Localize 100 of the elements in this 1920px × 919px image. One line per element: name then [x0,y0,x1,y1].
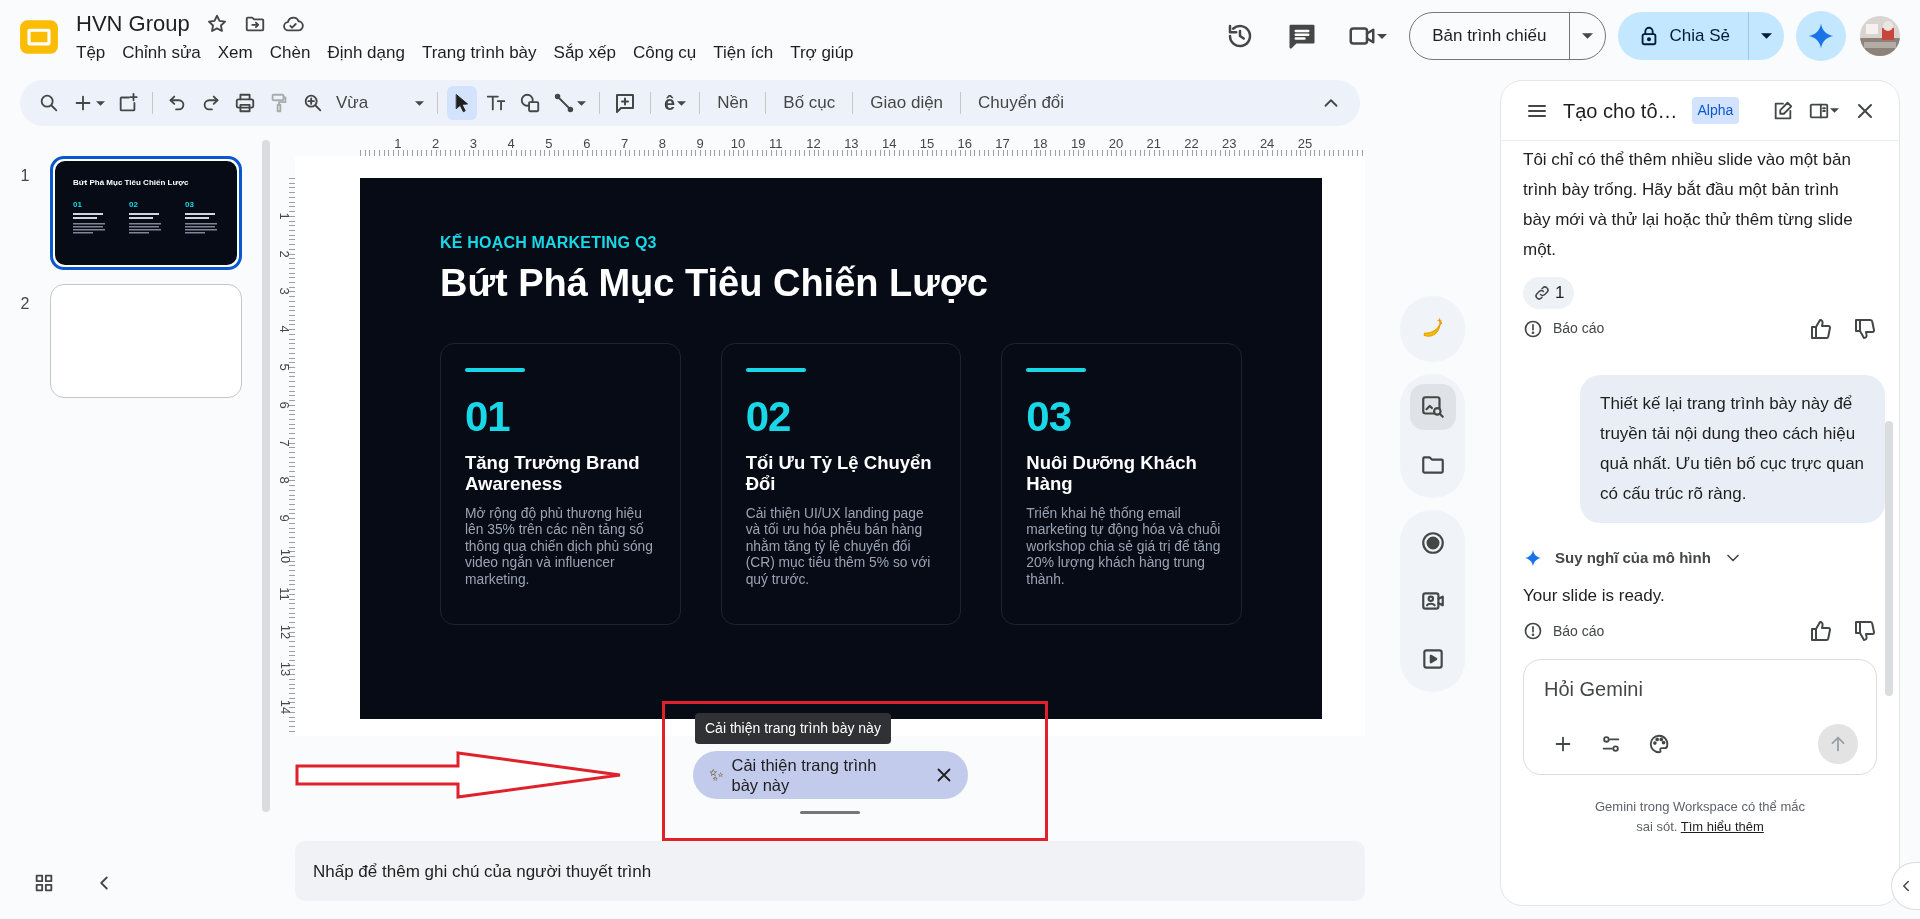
shapes-icon [519,92,541,114]
menu-item[interactable]: Xem [209,38,261,66]
alert-icon [1523,318,1543,339]
caret-icon [577,100,586,106]
edit-icon[interactable] [1772,99,1794,122]
ruler-number: 11 [769,137,783,150]
menu-item[interactable]: Tiện ích [705,38,782,66]
menu-item[interactable]: Trang trình bày [413,38,545,66]
thumbnail-number: 03 [185,199,195,211]
ruler-number: 17 [995,137,1010,150]
report-button[interactable]: Báo cáo [1523,318,1605,340]
menu-item[interactable]: Định dạng [319,38,413,66]
user-message: Thiết kế lại trang trình bày này để truyền tải nội dung theo cách hiệu quả nhất. Ưu tiên bố cục trực quan có cấu trúc rõ ràng. [1580,374,1885,523]
line-icon [553,92,575,114]
accent-bar [745,367,806,372]
ruler-number: 16 [957,137,972,150]
select-button[interactable] [447,86,477,120]
thumbs-up-icon[interactable] [1809,316,1833,341]
ruler-number: 7 [620,137,629,150]
ruler-number: 4 [278,325,292,333]
caret-icon [1761,33,1772,39]
caret-icon [1377,33,1388,39]
ruler-number: 9 [696,137,704,150]
ruler-number: 14 [278,699,292,715]
card-number: 02 [745,395,792,438]
ruler-number: 5 [278,363,292,371]
search-icon [38,92,60,114]
alert-icon [1523,621,1543,642]
card-heading: Tối Ưu Tỷ Lệ Chuyển Đổi [745,451,933,494]
scrollbar[interactable] [1885,421,1893,696]
zoom-dropdown[interactable]: Vừa [332,86,428,120]
ruler-number: 3 [469,137,477,150]
toolbar-text-button[interactable]: Nền [709,86,757,120]
slide-thumbnail[interactable] [50,284,242,398]
menu-item[interactable]: Chèn [261,38,319,66]
ruler-number: 1 [278,212,292,220]
disclaimer-text: Gemini trong Workspace có thể mắc sai sót. Tìm hiểu thêm [1594,798,1806,837]
drag-handle[interactable] [800,811,860,814]
palette-icon[interactable] [1648,733,1670,756]
ruler-number: 6 [278,401,292,409]
ruler-number: 12 [278,624,292,639]
card-heading: Nuôi Dưỡng Khách Hàng [1026,451,1198,494]
record-icon [1419,530,1446,556]
thumbs-down-icon[interactable] [1853,316,1877,341]
ruler-number: 2 [432,137,440,150]
ruler-number: 9 [278,514,292,522]
link-icon [1533,283,1551,302]
document-title[interactable]: HVN Group [76,10,190,39]
slide-eyebrow: KẾ HOẠCH MARKETING Q3 [440,232,658,253]
image-search-icon [1419,394,1446,420]
ruler-number: 2 [278,250,292,258]
caret-icon [96,100,105,106]
ruler-number: 23 [1222,137,1237,150]
menu-item[interactable]: Trợ giúp [782,38,862,66]
menu-item[interactable]: Tệp [68,38,114,66]
thumbnail-number: 01 [73,199,83,211]
image-search-button[interactable] [1409,384,1456,430]
ruler-number: 22 [1184,137,1199,150]
new-slide-icon [117,92,139,114]
slide-thumbnail[interactable]: Bứt Phá Mục Tiêu Chiến Lược 01 02 03 [50,156,242,270]
menu-item[interactable]: Chỉnh sửa [114,38,209,66]
scrollbar[interactable] [262,140,270,812]
caret-icon [677,100,687,106]
text-lines-drawing [73,213,105,235]
panel-title: Tạo cho tô… [1563,98,1678,124]
caret-icon [1581,33,1593,39]
prompt-input-field[interactable]: Hỏi Gemini [1544,674,1824,705]
slide-title: Bứt Phá Mục Tiêu Chiến Lược [440,261,989,306]
menu-item[interactable]: Công cụ [624,38,705,66]
ruler-number: 18 [1033,137,1048,150]
thumbs-up-icon[interactable] [1809,619,1833,644]
toolbar-text-button[interactable]: Giao diện [862,86,952,120]
ruler-number: 1 [394,137,402,150]
caret-icon [415,100,424,106]
input-tools-button[interactable]: ê [660,86,691,120]
ruler-number: 6 [583,137,591,150]
response-text: Tôi chỉ có thể thêm nhiều slide vào một bản trình bày trống. Hãy bắt đầu một bản trình bày mới và thử lại hoặc thử thêm từng slide một. [1523,149,1854,261]
ruler-number: 20 [1108,137,1124,150]
ruler-number: 4 [507,137,515,150]
slide-number: 2 [20,295,30,312]
report-button[interactable]: Báo cáo [1523,620,1605,642]
response-text: Your slide is ready. [1523,585,1666,608]
learn-more-link[interactable]: Tìm hiểu thêm [1680,819,1764,835]
sparkle-icon [1523,548,1543,568]
thumbnail-title: Bứt Phá Mục Tiêu Chiến Lược [73,177,190,189]
toolbar-text-button[interactable]: Bố cục [775,86,844,120]
gemini-button[interactable] [1796,11,1846,61]
thumbs-down-icon[interactable] [1853,619,1877,644]
accent-bar [465,367,525,372]
alpha-badge: Alpha [1691,97,1740,124]
sources-chip[interactable]: 1 [1523,277,1575,309]
grid-view-icon[interactable] [33,872,55,894]
speaker-notes-field[interactable]: Nhấp để thêm ghi chú của người thuyết trình [295,841,1365,901]
ruler-number: 10 [278,548,292,564]
ruler-number: 8 [278,476,292,484]
ruler-number: 14 [881,137,897,150]
toolbar-text-button[interactable]: Chuyển đổi [970,86,1073,120]
card-heading: Tăng Trưởng Brand Awareness [465,451,641,494]
thinking-toggle[interactable]: Suy nghĩ của mô hình [1523,546,1877,570]
menu-item[interactable]: Sắp xếp [545,38,624,66]
